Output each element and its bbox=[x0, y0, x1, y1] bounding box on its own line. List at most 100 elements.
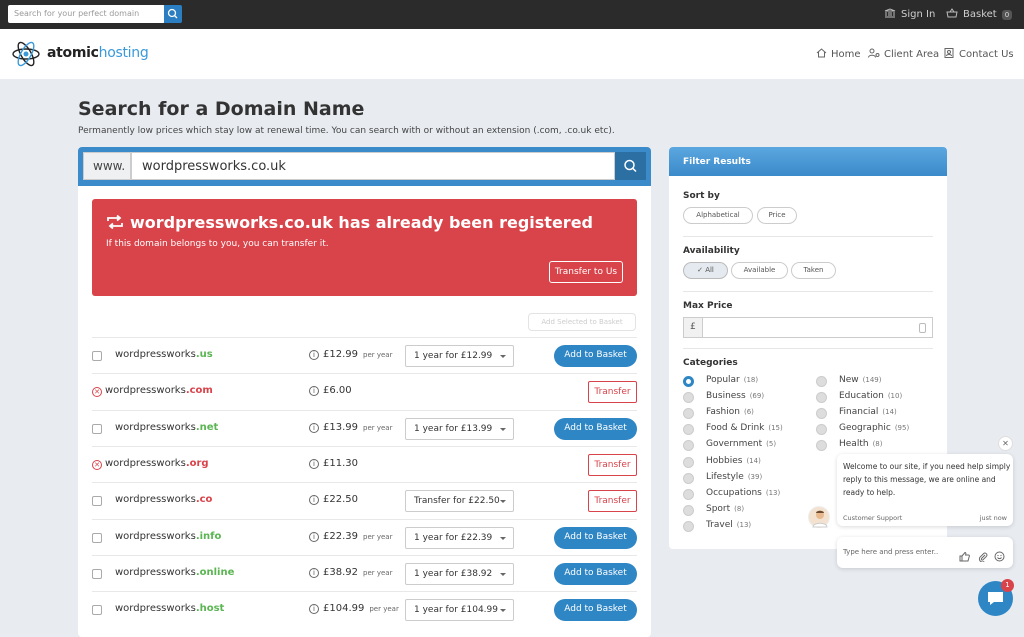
nav-home[interactable]: Home bbox=[816, 48, 861, 60]
transfer-button[interactable]: Transfer bbox=[588, 453, 637, 476]
category-radio[interactable]: Occupations (13) bbox=[683, 487, 780, 500]
category-count: (6) bbox=[743, 408, 754, 417]
info-icon[interactable]: i bbox=[309, 604, 319, 615]
category-radio[interactable]: Fashion (6) bbox=[683, 407, 754, 420]
divider bbox=[683, 291, 933, 292]
transfer-button[interactable]: Transfer bbox=[588, 381, 637, 404]
select-domain-checkbox[interactable] bbox=[92, 532, 102, 543]
availability-taken-button[interactable]: Taken bbox=[791, 262, 836, 279]
add-to-basket-button[interactable]: Add to Basket bbox=[554, 562, 637, 585]
registration-period-select[interactable]: 1 year for £104.99 bbox=[405, 599, 514, 622]
info-icon[interactable]: i bbox=[309, 386, 319, 397]
chat-input-placeholder: Type here and press enter.. bbox=[843, 548, 939, 556]
domain-name: wordpressworks.org bbox=[105, 457, 209, 469]
category-count: (10) bbox=[887, 392, 903, 401]
category-count: (14) bbox=[882, 408, 897, 417]
category-label: Business bbox=[706, 391, 746, 402]
emoji-icon[interactable] bbox=[994, 547, 1005, 562]
registration-period-select[interactable]: 1 year for £38.92 bbox=[405, 562, 514, 585]
category-radio[interactable]: Food & Drink (15) bbox=[683, 423, 783, 436]
nav-client-area[interactable]: Client Area bbox=[868, 48, 939, 60]
category-radio[interactable]: Financial (14) bbox=[816, 407, 897, 420]
category-label: Sport bbox=[706, 503, 731, 514]
registration-period-select[interactable]: Transfer for £22.50 bbox=[405, 490, 514, 513]
info-icon[interactable]: i bbox=[309, 567, 319, 578]
domain-search-field[interactable]: wordpressworks.co.uk bbox=[131, 152, 615, 180]
info-icon[interactable]: i bbox=[309, 458, 319, 469]
info-icon[interactable]: i bbox=[309, 350, 319, 360]
transfer-to-us-button[interactable]: Transfer to Us bbox=[549, 261, 623, 283]
atom-logo-icon[interactable] bbox=[11, 39, 41, 69]
paperclip-icon[interactable] bbox=[978, 547, 988, 563]
select-domain-checkbox[interactable] bbox=[92, 496, 102, 507]
sort-by-label: Sort by bbox=[683, 191, 720, 201]
category-radio[interactable]: Health (8) bbox=[816, 439, 882, 452]
domain-price: £6.00 bbox=[323, 385, 352, 397]
registration-period-select[interactable]: 1 year for £12.99 bbox=[405, 345, 514, 367]
search-button[interactable] bbox=[164, 5, 182, 23]
category-radio[interactable]: Geographic (95) bbox=[816, 423, 909, 436]
number-spinner-icon[interactable] bbox=[919, 323, 926, 333]
bank-icon bbox=[884, 8, 896, 18]
add-selected-to-basket-button[interactable]: Add Selected to Basket bbox=[528, 313, 636, 331]
sign-in-link[interactable]: Sign In bbox=[884, 8, 935, 20]
category-label: Education bbox=[839, 391, 884, 402]
category-label: Fashion bbox=[706, 407, 740, 418]
filter-title: Filter Results bbox=[669, 147, 947, 176]
add-to-basket-button[interactable]: Add to Basket bbox=[554, 526, 637, 549]
info-icon[interactable]: i bbox=[309, 422, 319, 433]
info-icon[interactable]: i bbox=[309, 495, 319, 506]
nav-contact-us[interactable]: Contact Us bbox=[944, 48, 1014, 60]
domain-tld: .org bbox=[185, 457, 209, 469]
category-radio[interactable]: Hobbies (14) bbox=[683, 456, 761, 468]
registration-period-select[interactable]: 1 year for £22.39 bbox=[405, 526, 514, 549]
registration-period-select[interactable]: 1 year for £13.99 bbox=[405, 417, 514, 440]
add-to-basket-button[interactable]: Add to Basket bbox=[554, 599, 637, 622]
add-to-basket-button[interactable]: Add to Basket bbox=[554, 417, 637, 440]
category-radio[interactable]: Sport (8) bbox=[683, 503, 744, 516]
domain-name: wordpressworks.us bbox=[115, 349, 213, 360]
info-icon[interactable]: i bbox=[309, 531, 319, 542]
logo-text[interactable]: atomichosting bbox=[47, 45, 149, 61]
category-radio[interactable]: New (149) bbox=[816, 375, 881, 387]
category-radio[interactable]: Education (10) bbox=[816, 391, 903, 404]
domain-name: wordpressworks.net bbox=[115, 421, 219, 433]
domain-search-button[interactable] bbox=[615, 152, 646, 180]
add-to-basket-button[interactable]: Add to Basket bbox=[554, 345, 637, 367]
chat-message-text: Welcome to our site, if you need help si… bbox=[843, 462, 1011, 497]
domain-search-input[interactable]: Search for your perfect domain bbox=[8, 5, 165, 23]
category-radio[interactable]: Government (5) bbox=[683, 439, 776, 452]
domain-result-row: wordpressworks.net i £13.99 per year 1 year … bbox=[92, 409, 637, 447]
domain-name: wordpressworks.co bbox=[115, 494, 213, 506]
basket-icon bbox=[946, 8, 958, 18]
chat-reply-box[interactable]: Type here and press enter.. bbox=[837, 537, 1013, 568]
availability-available-button[interactable]: Available bbox=[731, 262, 788, 279]
thumbs-up-icon[interactable] bbox=[959, 547, 970, 562]
category-count: (69) bbox=[749, 392, 765, 401]
domain-tld: .host bbox=[195, 603, 225, 615]
max-price-input[interactable] bbox=[703, 317, 933, 338]
category-count: (15) bbox=[768, 424, 783, 433]
select-domain-checkbox[interactable] bbox=[92, 605, 102, 616]
select-domain-checkbox[interactable] bbox=[92, 568, 102, 579]
domain-name: wordpressworks.info bbox=[115, 530, 222, 542]
transfer-button[interactable]: Transfer bbox=[588, 490, 637, 513]
select-domain-checkbox[interactable] bbox=[92, 351, 102, 361]
availability-all-button[interactable]: ✓ All bbox=[683, 262, 728, 279]
category-radio[interactable]: Lifestyle (39) bbox=[683, 472, 762, 484]
sort-price-button[interactable]: Price bbox=[757, 207, 797, 224]
user-cog-icon bbox=[868, 48, 880, 58]
currency-prefix: £ bbox=[683, 317, 703, 338]
category-radio[interactable]: Travel (13) bbox=[683, 520, 751, 532]
domain-name: wordpressworks.com bbox=[105, 385, 213, 397]
category-label: Occupations bbox=[706, 487, 762, 498]
chat-close-button[interactable]: ✕ bbox=[998, 436, 1013, 451]
basket-link[interactable]: Basket 0 bbox=[946, 8, 1013, 20]
sort-alphabetical-button[interactable]: Alphabetical bbox=[683, 207, 753, 224]
domain-result-row: ✕ wordpressworks.org i £11.30 Transfer bbox=[92, 445, 637, 483]
page-title: Search for a Domain Name bbox=[78, 98, 365, 120]
category-radio[interactable]: Popular (18) bbox=[683, 375, 758, 387]
category-radio[interactable]: Business (69) bbox=[683, 391, 765, 404]
select-domain-checkbox[interactable] bbox=[92, 423, 102, 434]
domain-price: £22.39 per year bbox=[323, 530, 393, 542]
